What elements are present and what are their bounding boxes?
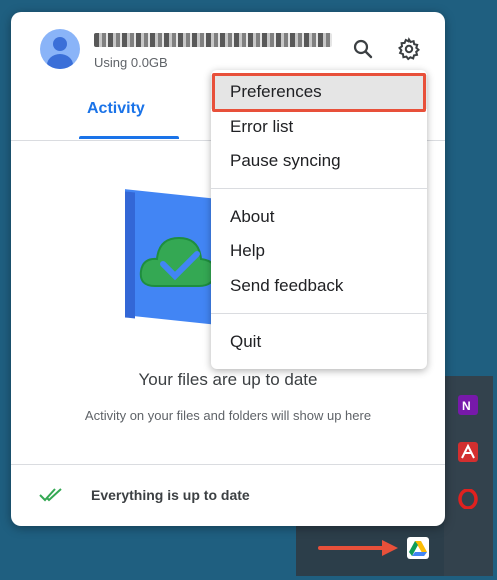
storage-usage: Using 0.0GB <box>94 55 168 70</box>
opera-icon[interactable] <box>458 488 478 510</box>
gear-icon[interactable] <box>397 37 421 61</box>
adobe-icon[interactable] <box>458 442 478 462</box>
svg-text:N: N <box>462 399 471 413</box>
search-icon[interactable] <box>351 37 375 61</box>
double-check-icon <box>39 488 62 502</box>
cloud-check-icon <box>139 236 217 287</box>
avatar[interactable] <box>40 29 80 69</box>
menu-divider <box>211 188 427 189</box>
menu-item-help[interactable]: Help <box>211 234 427 268</box>
sync-illustration-edge <box>125 191 135 319</box>
menu-item-pause-syncing[interactable]: Pause syncing <box>211 144 427 178</box>
settings-menu: Preferences Error list Pause syncing Abo… <box>211 70 427 369</box>
menu-item-about[interactable]: About <box>211 200 427 234</box>
menu-item-send-feedback[interactable]: Send feedback <box>211 269 427 303</box>
status-subtitle: Activity on your files and folders will … <box>84 408 372 423</box>
menu-divider <box>211 313 427 314</box>
sync-status-text: Everything is up to date <box>91 487 250 503</box>
menu-item-quit[interactable]: Quit <box>211 325 427 359</box>
menu-item-error-list[interactable]: Error list <box>211 110 427 144</box>
preferences-highlight-box <box>212 73 426 112</box>
account-name-redacted <box>94 33 332 47</box>
status-title: Your files are up to date <box>138 370 318 389</box>
tray-overflow-column: N <box>444 376 493 576</box>
active-tab-indicator <box>79 136 179 139</box>
google-drive-icon[interactable] <box>407 537 429 559</box>
footer-divider <box>11 464 445 465</box>
pointer-arrow-icon <box>318 540 398 556</box>
tab-activity[interactable]: Activity <box>87 100 145 118</box>
onenote-icon[interactable]: N <box>458 395 478 415</box>
